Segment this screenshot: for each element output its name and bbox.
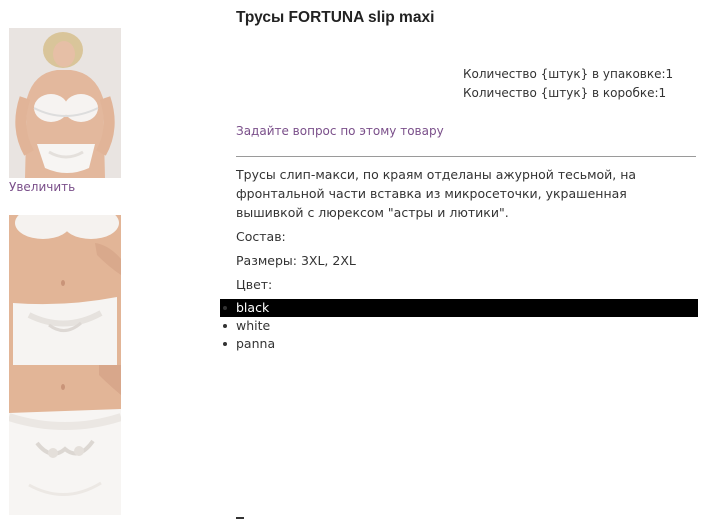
product-image-thumb-1[interactable] [9,215,121,365]
color-option-black[interactable]: black [220,299,698,317]
product-image-main[interactable] [9,28,121,178]
ask-question-link[interactable]: Задайте вопрос по этому товару [236,124,444,138]
color-label: Цвет: [236,277,273,292]
composition-label: Состав: [236,229,286,244]
footer-dash [236,517,244,519]
product-image-thumb-2[interactable] [9,365,121,515]
qty-per-box: Количество {штук} в коробке:1 [463,86,667,100]
divider [236,156,696,157]
sizes-line: Размеры: 3XL, 2XL [236,253,356,268]
color-list: black white panna [220,299,698,353]
qty-per-pack: Количество {штук} в упаковке:1 [463,67,674,81]
color-option-panna[interactable]: panna [220,335,698,353]
quantity-info: Количество {штук} в упаковке:1 Количеств… [463,65,673,103]
enlarge-link[interactable]: Увеличить [9,180,75,194]
product-description: Трусы слип-макси, по краям отделаны ажур… [236,167,637,220]
product-title: Трусы FORTUNA slip maxi [236,9,435,26]
color-option-white[interactable]: white [220,317,698,335]
